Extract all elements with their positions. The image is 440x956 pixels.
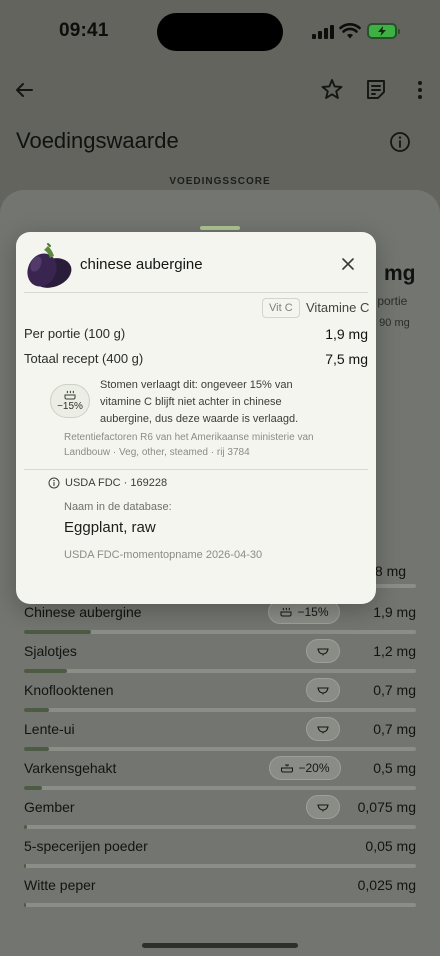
ingredient-name: Sjalotjes [24, 643, 77, 659]
ingredient-value: 0,05 mg [365, 838, 416, 854]
ingredient-value: 0,025 mg [357, 877, 416, 893]
ingredient-progress-track [24, 630, 416, 634]
ingredient-row[interactable]: Knoflooktenen 0,7 mg [24, 678, 416, 716]
total-recipe-value: 7,5 mg [325, 351, 368, 367]
ingredient-progress-track [24, 669, 416, 673]
dynamic-island [157, 13, 283, 51]
preparation-chip[interactable] [306, 795, 340, 819]
raw-bowl-icon [317, 648, 329, 656]
ingredient-value: 0,7 mg [373, 682, 416, 698]
close-icon[interactable] [338, 254, 358, 274]
retention-chip[interactable]: −20% [269, 756, 341, 780]
retention-explanation: Stomen verlaagt dit: ongeveer 15% van vi… [100, 379, 299, 425]
ingredient-row[interactable]: Sjalotjes 1,2 mg [24, 639, 416, 677]
back-arrow-icon[interactable] [10, 76, 38, 104]
info-icon[interactable] [388, 130, 412, 154]
wifi-icon [339, 23, 361, 39]
vitamin-tag: Vit C [262, 298, 300, 318]
more-vert-icon[interactable] [406, 76, 434, 104]
ingredient-name: Witte peper [24, 877, 96, 893]
preparation-chip[interactable] [306, 639, 340, 663]
pan-icon [281, 764, 294, 773]
ingredient-progress-fill [24, 825, 27, 829]
ingredient-row[interactable]: Witte peper 0,025 mg [24, 873, 416, 911]
raw-bowl-icon [317, 726, 329, 734]
ingredient-row[interactable]: 5-specerijen poeder 0,05 mg [24, 834, 416, 872]
ingredient-progress-fill [24, 630, 91, 634]
battery-icon [367, 23, 400, 39]
per-portion-value: 1,9 mg [325, 326, 368, 342]
status-time: 09:41 [59, 20, 109, 41]
ingredient-value: 0,7 mg [373, 721, 416, 737]
card-divider [24, 292, 368, 293]
ingredient-progress-fill [24, 669, 67, 673]
sheet-drag-handle[interactable] [200, 226, 240, 230]
ingredient-value: 0,5 mg [373, 760, 416, 776]
ingredient-row[interactable]: Lente-ui 0,7 mg [24, 717, 416, 755]
cellular-signal-icon [312, 25, 334, 39]
ingredient-progress-fill [24, 864, 26, 868]
food-name: chinese aubergine [80, 256, 203, 273]
raw-bowl-icon [317, 687, 329, 695]
usda-id: USDA FDC · 169228 [65, 477, 168, 489]
usda-source-row: USDA FDC · 169228 [48, 476, 167, 490]
ingredient-name: Gember [24, 799, 75, 815]
vitamin-name: Vitamine C [306, 300, 370, 315]
preparation-chip[interactable] [306, 678, 340, 702]
status-bar: 09:41 [0, 0, 440, 64]
ingredient-progress-track [24, 747, 416, 751]
database-name-label: Naam in de database: [64, 501, 172, 513]
ingredient-name: Chinese aubergine [24, 604, 142, 620]
per-portion-label: Per portie (100 g) [24, 326, 126, 341]
info-icon [48, 477, 60, 489]
ingredient-progress-fill [24, 786, 42, 790]
ingredient-row[interactable]: Gember 0,075 mg [24, 795, 416, 833]
page-title: Voedingswaarde [16, 128, 179, 153]
sheet-total-unit: mg [384, 262, 416, 285]
database-name: Eggplant, raw [64, 519, 156, 536]
home-indicator[interactable] [142, 943, 298, 948]
retention-chip-label: −15% [297, 605, 329, 619]
retention-badge: −15% [50, 384, 90, 418]
ingredient-progress-track [24, 708, 416, 712]
ingredient-name: Knoflooktenen [24, 682, 114, 698]
retention-source: Retentiefactoren R6 van het Amerikaanse … [64, 432, 314, 458]
ingredient-row[interactable]: Chinese aubergine −15% 1,9 mg [24, 600, 416, 638]
steam-pot-icon [64, 390, 76, 400]
ingredient-progress-fill [24, 747, 49, 751]
steam-pot-icon [280, 607, 292, 617]
top-app-bar [0, 64, 440, 116]
card-divider [24, 469, 368, 470]
ingredient-progress-track [24, 903, 416, 907]
ingredient-value: 1,2 mg [373, 643, 416, 659]
score-section-label: VOEDINGSSCORE [169, 176, 271, 187]
ingredient-progress-track [24, 864, 416, 868]
preparation-chip[interactable] [306, 717, 340, 741]
notes-icon[interactable] [362, 76, 390, 104]
ingredient-value: 1,9 mg [373, 604, 416, 620]
database-snapshot: USDA FDC-momentopname 2026-04-30 [64, 549, 263, 561]
favorite-star-icon[interactable] [318, 76, 346, 104]
ingredient-name: 5-specerijen poeder [24, 838, 148, 854]
total-recipe-label: Totaal recept (400 g) [24, 351, 144, 366]
ingredient-row[interactable]: Varkensgehakt −20% 0,5 mg [24, 756, 416, 794]
raw-bowl-icon [317, 804, 329, 812]
retention-percentage: −15% [57, 401, 83, 412]
ingredient-progress-track [24, 786, 416, 790]
ingredient-progress-track [24, 825, 416, 829]
ingredient-progress-fill [24, 903, 26, 907]
ingredient-value: 0,075 mg [357, 799, 416, 815]
ingredient-name: Varkensgehakt [24, 760, 117, 776]
retention-chip-label: −20% [298, 761, 330, 775]
eggplant-image [27, 243, 72, 288]
ingredient-name: Lente-ui [24, 721, 75, 737]
ingredient-progress-fill [24, 708, 49, 712]
